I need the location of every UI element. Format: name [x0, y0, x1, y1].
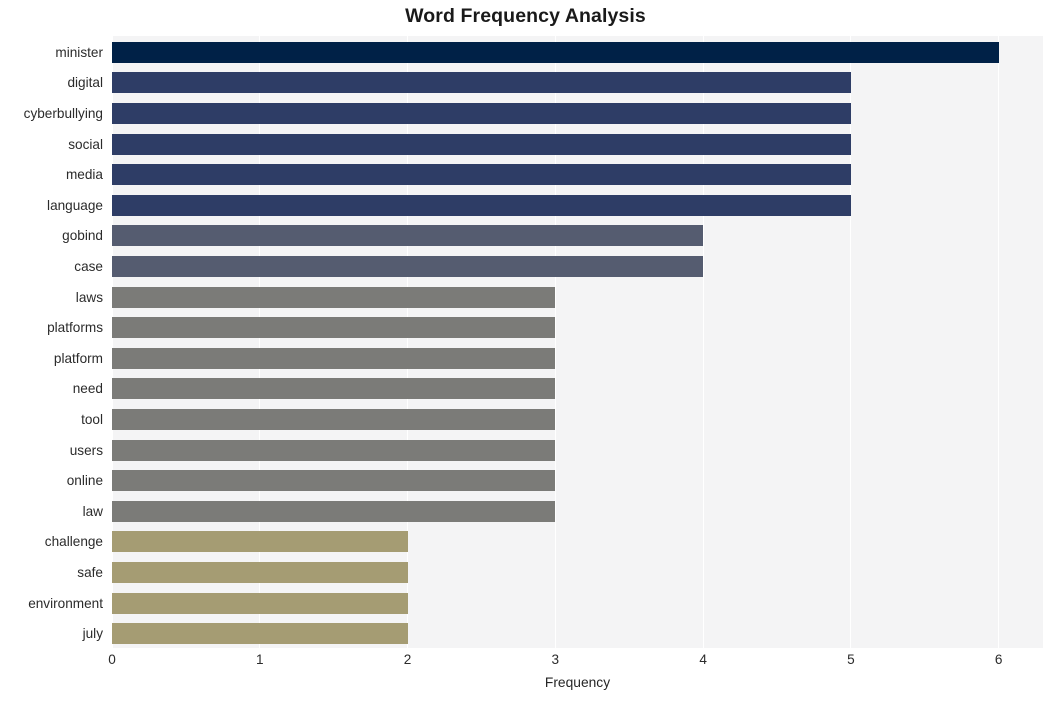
bar-fill	[112, 623, 408, 645]
x-tick-label: 4	[699, 652, 707, 667]
bar	[112, 531, 408, 553]
bar-fill	[112, 592, 408, 614]
bar-fill	[112, 225, 704, 247]
bar	[112, 256, 704, 277]
x-tick-label: 5	[847, 652, 855, 667]
y-tick-label: digital	[67, 75, 103, 91]
x-axis-tick-labels: 0 1 2 3 4 5 6	[0, 652, 1051, 676]
bar	[112, 317, 556, 339]
bar	[112, 72, 851, 94]
bar-fill	[112, 41, 999, 63]
gridline-x	[702, 36, 704, 648]
gridline-x	[850, 36, 852, 648]
bar	[112, 164, 851, 186]
bar-fill	[112, 286, 556, 308]
bar-fill	[112, 133, 851, 155]
bar	[112, 286, 556, 308]
y-tick-label: platform	[53, 350, 103, 366]
bar	[112, 623, 408, 645]
x-axis-label: Frequency	[544, 675, 611, 690]
bar-fill	[112, 409, 556, 430]
x-tick-label: 2	[403, 652, 412, 667]
bar-fill	[112, 347, 556, 369]
bar-fill	[112, 194, 851, 216]
bar	[112, 41, 999, 63]
bar	[112, 439, 556, 461]
bar	[112, 470, 556, 492]
bar-fill	[112, 164, 851, 186]
bar-fill	[112, 256, 704, 277]
y-tick-label: july	[82, 626, 103, 642]
bar	[112, 103, 851, 124]
bar-fill	[112, 531, 408, 553]
y-tick-label: safe	[77, 565, 103, 580]
y-tick-label: online	[66, 473, 103, 489]
bar-fill	[112, 72, 851, 94]
gridline-x	[554, 36, 556, 648]
bar-fill	[112, 378, 556, 400]
x-tick-label: 1	[255, 652, 264, 667]
y-tick-label: media	[65, 167, 103, 183]
plot-area	[111, 36, 1043, 648]
bar	[112, 500, 556, 522]
bar	[112, 409, 556, 430]
y-tick-label: social	[68, 136, 103, 152]
y-tick-label: law	[82, 503, 103, 519]
y-tick-label: environment	[28, 595, 103, 611]
gridline-x	[259, 36, 261, 648]
y-tick-label: laws	[75, 289, 103, 305]
y-tick-label: challenge	[44, 534, 103, 550]
y-tick-label: tool	[81, 412, 103, 427]
x-tick-label: 0	[108, 652, 116, 667]
bar	[112, 347, 556, 369]
bar-fill	[112, 317, 556, 339]
bar-fill	[112, 500, 556, 522]
bar-fill	[112, 439, 556, 461]
chart-title: Word Frequency Analysis	[405, 5, 646, 27]
x-tick-label: 3	[551, 652, 560, 667]
bar-fill	[112, 103, 851, 124]
y-tick-label: platforms	[47, 320, 103, 336]
y-tick-label: minister	[55, 44, 103, 60]
bar	[112, 194, 851, 216]
gridline-x	[998, 36, 1000, 648]
bar	[112, 562, 408, 583]
chart-figure: Word Frequency Analysis minister digital c…	[0, 0, 1051, 701]
y-tick-label: need	[72, 381, 103, 397]
bar	[112, 592, 408, 614]
gridline-x	[111, 36, 113, 648]
bar	[112, 378, 556, 400]
y-tick-label: cyberbullying	[23, 106, 103, 121]
bar-fill	[112, 562, 408, 583]
bar-fill	[112, 470, 556, 492]
y-tick-label: case	[74, 259, 103, 274]
y-tick-label: gobind	[62, 228, 103, 244]
x-tick-label: 6	[994, 652, 1003, 667]
gridline-x	[406, 36, 409, 648]
bar	[112, 225, 704, 247]
y-tick-label: users	[69, 442, 103, 458]
bar	[112, 133, 851, 155]
y-tick-label: language	[47, 197, 103, 213]
